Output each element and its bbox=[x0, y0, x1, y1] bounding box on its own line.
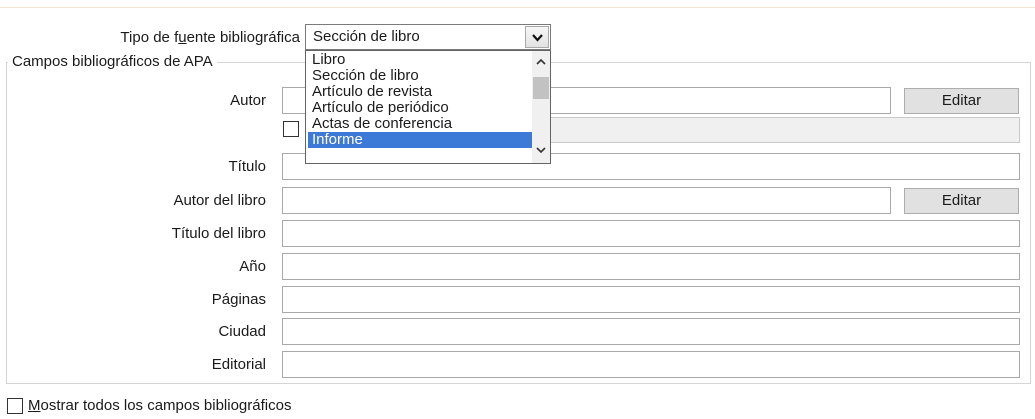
source-type-option[interactable]: Libro bbox=[308, 52, 532, 68]
source-type-select[interactable]: Sección de libro bbox=[305, 24, 551, 50]
chevron-up-icon[interactable] bbox=[536, 57, 546, 67]
titulo-libro-input[interactable] bbox=[282, 220, 1020, 247]
show-all-fields-checkbox[interactable] bbox=[7, 398, 23, 414]
source-type-label: Tipo de fuente bibliográfica bbox=[120, 29, 300, 46]
anio-input[interactable] bbox=[282, 253, 1020, 280]
editorial-input[interactable] bbox=[282, 351, 1020, 378]
editorial-label: Editorial bbox=[211, 356, 266, 373]
corporate-author-checkbox[interactable] bbox=[283, 121, 299, 137]
paginas-input[interactable] bbox=[282, 286, 1020, 313]
source-type-option[interactable]: Artículo de revista bbox=[308, 84, 532, 100]
source-type-option[interactable]: Artículo de periódico bbox=[308, 100, 532, 116]
autor-label: Autor bbox=[230, 92, 266, 109]
source-type-dropdown-button[interactable] bbox=[525, 26, 549, 48]
titulo-libro-label: Título del libro bbox=[171, 225, 266, 242]
apa-fields-group-title: Campos bibliográficos de APA bbox=[8, 53, 217, 71]
source-type-options-list[interactable]: Libro Sección de libro Artículo de revis… bbox=[305, 50, 551, 164]
chevron-down-icon[interactable] bbox=[536, 145, 546, 155]
source-type-value: Sección de libro bbox=[313, 28, 420, 45]
dropdown-scrollbar[interactable] bbox=[532, 51, 550, 163]
source-type-option-selected[interactable]: Informe bbox=[308, 132, 532, 148]
top-divider bbox=[0, 7, 1035, 8]
chevron-down-icon bbox=[532, 34, 543, 42]
autor-libro-input[interactable] bbox=[282, 187, 891, 214]
source-type-option[interactable]: Sección de libro bbox=[308, 68, 532, 84]
show-all-fields-label[interactable]: Mostrar todos los campos bibliográficos bbox=[28, 397, 291, 415]
ciudad-label: Ciudad bbox=[218, 323, 266, 340]
autor-libro-edit-button[interactable]: Editar bbox=[904, 188, 1019, 214]
autor-edit-button[interactable]: Editar bbox=[904, 88, 1019, 114]
paginas-label: Páginas bbox=[211, 291, 266, 308]
autor-libro-label: Autor del libro bbox=[173, 192, 266, 209]
ciudad-input[interactable] bbox=[282, 318, 1020, 345]
dropdown-scroll-thumb[interactable] bbox=[533, 77, 549, 99]
anio-label: Año bbox=[239, 258, 266, 275]
source-type-option[interactable]: Actas de conferencia bbox=[308, 116, 532, 132]
titulo-label: Título bbox=[228, 158, 266, 175]
